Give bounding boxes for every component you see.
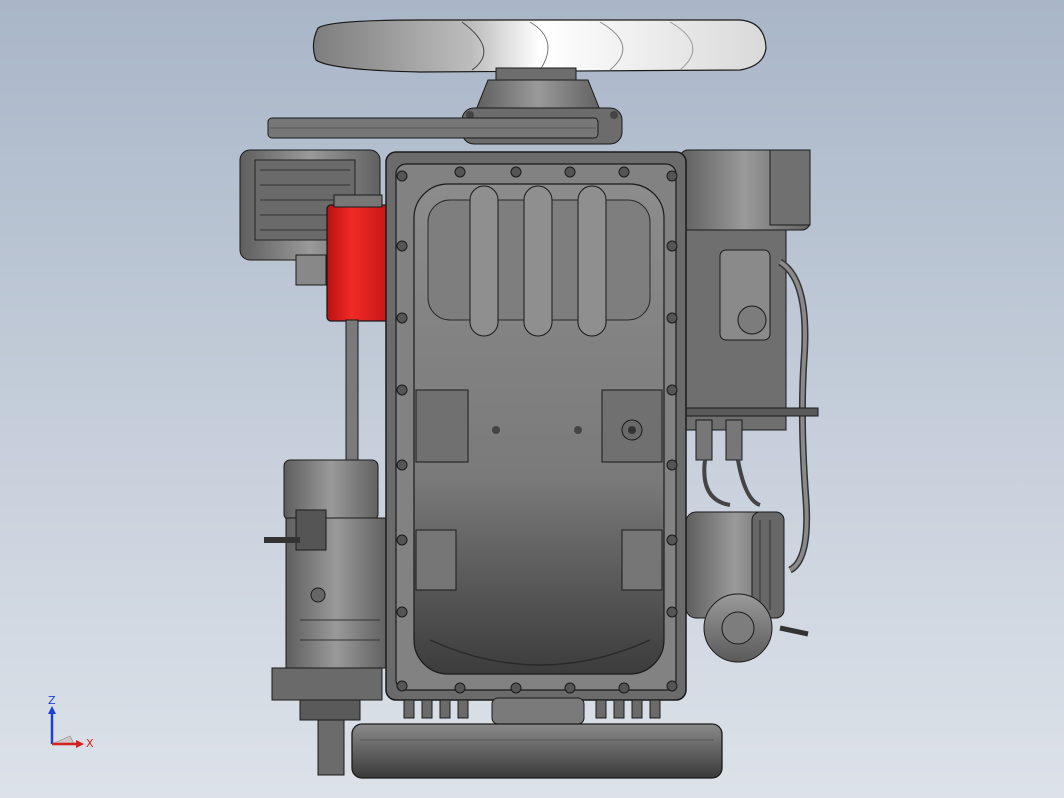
dipstick-tube <box>345 319 359 461</box>
oil-sump[interactable] <box>413 183 665 675</box>
drive-belt <box>267 117 599 139</box>
z-axis-label: Z <box>48 696 56 707</box>
coordinate-triad: Z X <box>48 696 94 750</box>
z-axis-arrow <box>48 706 56 714</box>
x-axis-arrow <box>76 740 84 748</box>
x-axis-label: X <box>86 737 94 750</box>
model-viewport[interactable] <box>0 0 1064 798</box>
idler-pulley <box>703 593 809 663</box>
fuel-injection-pump[interactable] <box>679 149 819 574</box>
cooling-fan[interactable] <box>312 19 767 73</box>
oil-filter[interactable] <box>326 194 390 322</box>
